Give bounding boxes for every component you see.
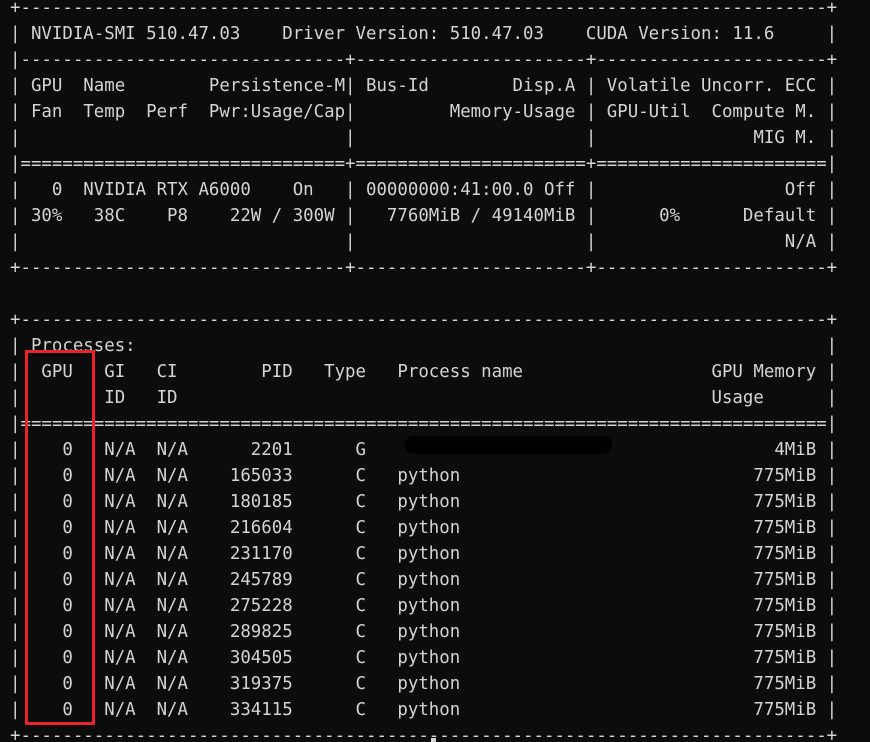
header-separator: |===============================+=======… bbox=[10, 154, 838, 174]
redacted-process-name bbox=[405, 436, 612, 454]
processes-column-headers-1: | GPU GI CI PID Type Process name GPU Me… bbox=[10, 362, 838, 382]
gpu-column-headers-3: | | | MIG M. | bbox=[10, 128, 838, 148]
terminal-window[interactable]: +---------------------------------------… bbox=[0, 0, 870, 742]
gpu-row-1: | 0 NVIDIA RTX A6000 On | 00000000:41:00… bbox=[10, 180, 838, 200]
process-row: | 0 N/A N/A 216604 C python 775MiB | bbox=[10, 518, 838, 538]
table-border-bottom: +-------------------------------+-------… bbox=[10, 258, 838, 278]
processes-column-headers-2: | ID ID Usage | bbox=[10, 388, 838, 408]
process-row: | 0 N/A N/A 275228 C python 775MiB | bbox=[10, 596, 838, 616]
table-border-top: +---------------------------------------… bbox=[10, 0, 838, 18]
process-row: | 0 N/A N/A 245789 C python 775MiB | bbox=[10, 570, 838, 590]
processes-border-top: +---------------------------------------… bbox=[10, 310, 838, 330]
gpu-row-2: | 30% 38C P8 22W / 300W | 7760MiB / 4914… bbox=[10, 206, 838, 226]
processes-title: | Processes: | bbox=[10, 336, 838, 356]
gpu-column-highlight-box bbox=[25, 350, 95, 725]
process-row: | 0 N/A N/A 319375 C python 775MiB | bbox=[10, 674, 838, 694]
process-row: | 0 N/A N/A 180185 C python 775MiB | bbox=[10, 492, 838, 512]
processes-border-bottom: +---------------------------------------… bbox=[10, 726, 838, 742]
table-divider: |-------------------------------+-------… bbox=[10, 50, 838, 70]
text-cursor bbox=[431, 738, 436, 742]
processes-header-separator: |=======================================… bbox=[10, 414, 838, 434]
process-row: | 0 N/A N/A 334115 C python 775MiB | bbox=[10, 700, 838, 720]
process-row: | 0 N/A N/A 304505 C python 775MiB | bbox=[10, 648, 838, 668]
process-row: | 0 N/A N/A 289825 C python 775MiB | bbox=[10, 622, 838, 642]
gpu-row-3: | | | N/A | bbox=[10, 232, 838, 252]
smi-version-header: | NVIDIA-SMI 510.47.03 Driver Version: 5… bbox=[10, 24, 838, 44]
gpu-column-headers-2: | Fan Temp Perf Pwr:Usage/Cap| Memory-Us… bbox=[10, 102, 838, 122]
gpu-column-headers-1: | GPU Name Persistence-M| Bus-Id Disp.A … bbox=[10, 76, 838, 96]
process-row: | 0 N/A N/A 231170 C python 775MiB | bbox=[10, 544, 838, 564]
process-row: | 0 N/A N/A 165033 C python 775MiB | bbox=[10, 466, 838, 486]
